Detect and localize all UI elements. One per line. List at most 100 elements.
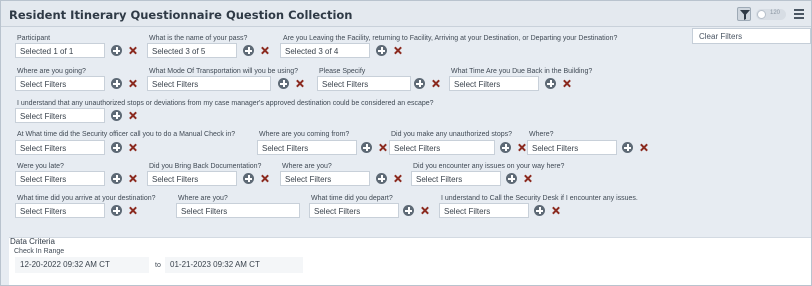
add-circle-icon[interactable] — [278, 78, 289, 89]
clear-filters-button[interactable]: Clear Filters — [692, 28, 811, 44]
filter-select[interactable]: Select Filters — [15, 171, 105, 186]
filter-value: Select Filters — [314, 207, 361, 216]
filter-select[interactable]: Select Filters — [389, 140, 495, 155]
filter-select[interactable]: Select Filters — [176, 203, 300, 218]
filter-value: Selected 3 of 4 — [285, 47, 339, 56]
filter-value: Select Filters — [20, 144, 67, 153]
add-circle-icon[interactable] — [534, 205, 545, 216]
date-from-field[interactable]: 12-20-2022 09:32 AM CT — [15, 257, 149, 273]
remove-x-icon[interactable] — [639, 143, 648, 152]
add-circle-icon[interactable] — [500, 142, 511, 153]
filter-select[interactable]: Select Filters — [309, 203, 399, 218]
add-circle-icon[interactable] — [545, 78, 556, 89]
add-circle-icon[interactable] — [376, 45, 387, 56]
add-circle-icon[interactable] — [111, 45, 122, 56]
filter-label: Where are you? — [282, 163, 332, 170]
add-circle-icon[interactable] — [403, 205, 414, 216]
add-circle-icon[interactable] — [414, 78, 425, 89]
add-circle-icon[interactable] — [111, 173, 122, 184]
filter-select[interactable]: Select Filters — [257, 140, 357, 155]
add-circle-icon[interactable] — [111, 205, 122, 216]
remove-x-icon[interactable] — [420, 206, 429, 215]
remove-x-icon[interactable] — [260, 174, 269, 183]
filter-label: At What time did the Security officer ca… — [17, 131, 236, 138]
filter-label: What Mode Of Transportation will you be … — [149, 68, 299, 75]
filter-select[interactable]: Select Filters — [439, 203, 529, 218]
filter-label: Are you Leaving the Facility, returning … — [283, 35, 618, 42]
add-circle-icon[interactable] — [506, 173, 517, 184]
toggle-text: 120 — [770, 10, 781, 16]
filter-icon[interactable] — [737, 7, 751, 21]
add-circle-icon[interactable] — [111, 142, 122, 153]
filter-label: Did you make any unauthorized stops? — [391, 131, 513, 138]
filter-select[interactable]: Selected 1 of 1 — [15, 43, 105, 58]
filter-label: I understand to Call the Security Desk i… — [441, 195, 638, 202]
filter-value: Select Filters — [20, 207, 67, 216]
panel-header: Resident Itinerary Questionnaire Questio… — [1, 1, 811, 27]
filter-value: Select Filters — [444, 207, 491, 216]
remove-x-icon[interactable] — [128, 143, 137, 152]
filter-value: Select Filters — [416, 175, 463, 184]
remove-x-icon[interactable] — [551, 206, 560, 215]
filter-label: What Time Are you Due Back in the Buildi… — [451, 68, 593, 75]
filter-select[interactable]: Selected 3 of 5 — [147, 43, 237, 58]
filter-value: Select Filters — [532, 144, 579, 153]
add-circle-icon[interactable] — [111, 110, 122, 121]
filter-select[interactable]: Select Filters — [147, 76, 271, 91]
remove-x-icon[interactable] — [562, 79, 571, 88]
filter-label: Where? — [529, 131, 554, 138]
filter-value: Select Filters — [285, 175, 332, 184]
filter-select[interactable]: Select Filters — [15, 140, 105, 155]
remove-x-icon[interactable] — [431, 79, 440, 88]
add-circle-icon[interactable] — [243, 173, 254, 184]
toggle-switch[interactable]: 120 — [756, 9, 786, 20]
hamburger-menu-icon[interactable] — [792, 7, 806, 21]
remove-x-icon[interactable] — [260, 46, 269, 55]
filter-select[interactable]: Select Filters — [411, 171, 501, 186]
filter-label: Where are you going? — [17, 68, 86, 75]
filter-value: Selected 1 of 1 — [20, 47, 74, 56]
filter-value: Select Filters — [152, 80, 199, 89]
date-from-value: 12-20-2022 09:32 AM CT — [20, 260, 110, 269]
filter-select[interactable]: Select Filters — [449, 76, 539, 91]
remove-x-icon[interactable] — [128, 174, 137, 183]
filter-label: Did you Bring Back Documentation? — [149, 163, 262, 170]
filter-value: Select Filters — [394, 144, 441, 153]
add-circle-icon[interactable] — [376, 173, 387, 184]
filter-select[interactable]: Select Filters — [15, 108, 105, 123]
filter-select[interactable]: Selected 3 of 4 — [280, 43, 370, 58]
remove-x-icon[interactable] — [128, 206, 137, 215]
filter-label: Were you late? — [17, 163, 64, 170]
criteria-title: Data Criteria — [10, 237, 55, 246]
remove-x-icon[interactable] — [517, 143, 526, 152]
filter-select[interactable]: Select Filters — [147, 171, 237, 186]
filter-label: Where are you coming from? — [259, 131, 350, 138]
remove-x-icon[interactable] — [128, 111, 137, 120]
remove-x-icon[interactable] — [378, 143, 387, 152]
filter-label: Participant — [17, 35, 51, 42]
add-circle-icon[interactable] — [111, 78, 122, 89]
filter-label: Did you encounter any issues on your way… — [413, 163, 565, 170]
date-to-label: to — [155, 262, 161, 269]
filter-value: Select Filters — [262, 144, 309, 153]
filter-label: What is the name of your pass? — [149, 35, 248, 42]
remove-x-icon[interactable] — [295, 79, 304, 88]
add-circle-icon[interactable] — [361, 142, 372, 153]
filter-select[interactable]: Select Filters — [317, 76, 411, 91]
filter-select[interactable]: Select Filters — [15, 76, 105, 91]
filter-select[interactable]: Select Filters — [280, 171, 370, 186]
remove-x-icon[interactable] — [523, 174, 532, 183]
remove-x-icon[interactable] — [393, 46, 402, 55]
add-circle-icon[interactable] — [243, 45, 254, 56]
remove-x-icon[interactable] — [128, 46, 137, 55]
remove-x-icon[interactable] — [128, 79, 137, 88]
filter-value: Select Filters — [20, 112, 67, 121]
filter-value: Select Filters — [20, 80, 67, 89]
remove-x-icon[interactable] — [393, 174, 402, 183]
filter-value: Select Filters — [152, 175, 199, 184]
date-to-field[interactable]: 01-21-2023 09:32 AM CT — [165, 257, 303, 273]
filter-value: Selected 3 of 5 — [152, 47, 206, 56]
filter-select[interactable]: Select Filters — [15, 203, 105, 218]
add-circle-icon[interactable] — [622, 142, 633, 153]
filter-select[interactable]: Select Filters — [527, 140, 617, 155]
